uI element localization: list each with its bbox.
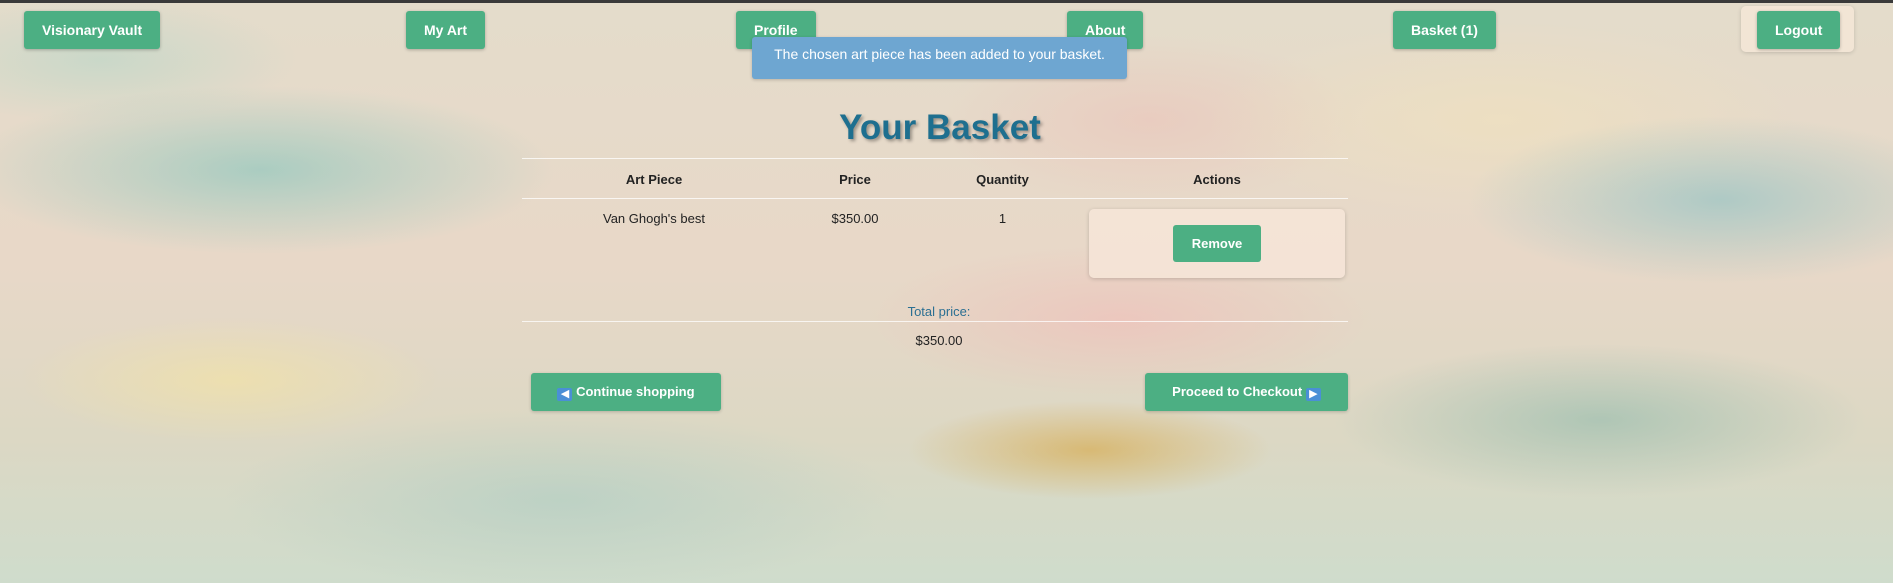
total-price-value: $350.00 [915, 333, 963, 348]
page: { "nav": { "brand": "Visionary Vault", "… [0, 0, 1893, 583]
total-price-label: Total price: [907, 304, 971, 319]
column-header-actions: Actions [1193, 172, 1241, 187]
table-header-divider [522, 198, 1348, 199]
column-header-price: Price [839, 172, 871, 187]
right-arrow-icon: ▶ [1305, 388, 1321, 401]
column-header-quantity: Quantity [976, 172, 1029, 187]
remove-button[interactable]: Remove [1173, 225, 1261, 262]
proceed-to-checkout-button[interactable]: Proceed to Checkout ▶ [1145, 373, 1348, 411]
total-divider [522, 321, 1348, 322]
item-actions-cell: Remove [1089, 209, 1345, 278]
left-arrow-icon: ◀ [557, 388, 573, 401]
nav-brand-button[interactable]: Visionary Vault [24, 11, 161, 49]
item-quantity: 1 [998, 211, 1007, 226]
proceed-to-checkout-label: Proceed to Checkout [1172, 384, 1303, 399]
notification-toast: The chosen art piece has been added to y… [752, 37, 1127, 79]
logout-container: Logout [1741, 6, 1854, 52]
item-art-piece: Van Ghogh's best [603, 211, 705, 226]
nav-basket-button[interactable]: Basket (1) [1393, 11, 1496, 49]
continue-shopping-button[interactable]: ◀ Continue shopping [531, 373, 721, 411]
continue-shopping-label: Continue shopping [576, 384, 695, 399]
logout-button[interactable]: Logout [1757, 11, 1841, 49]
item-price: $350.00 [831, 211, 879, 226]
nav-my-art-button[interactable]: My Art [406, 11, 486, 49]
window-top-border [0, 0, 1893, 3]
column-header-art-piece: Art Piece [625, 172, 683, 187]
table-top-divider [522, 158, 1348, 159]
page-title: Your Basket [839, 108, 1041, 147]
